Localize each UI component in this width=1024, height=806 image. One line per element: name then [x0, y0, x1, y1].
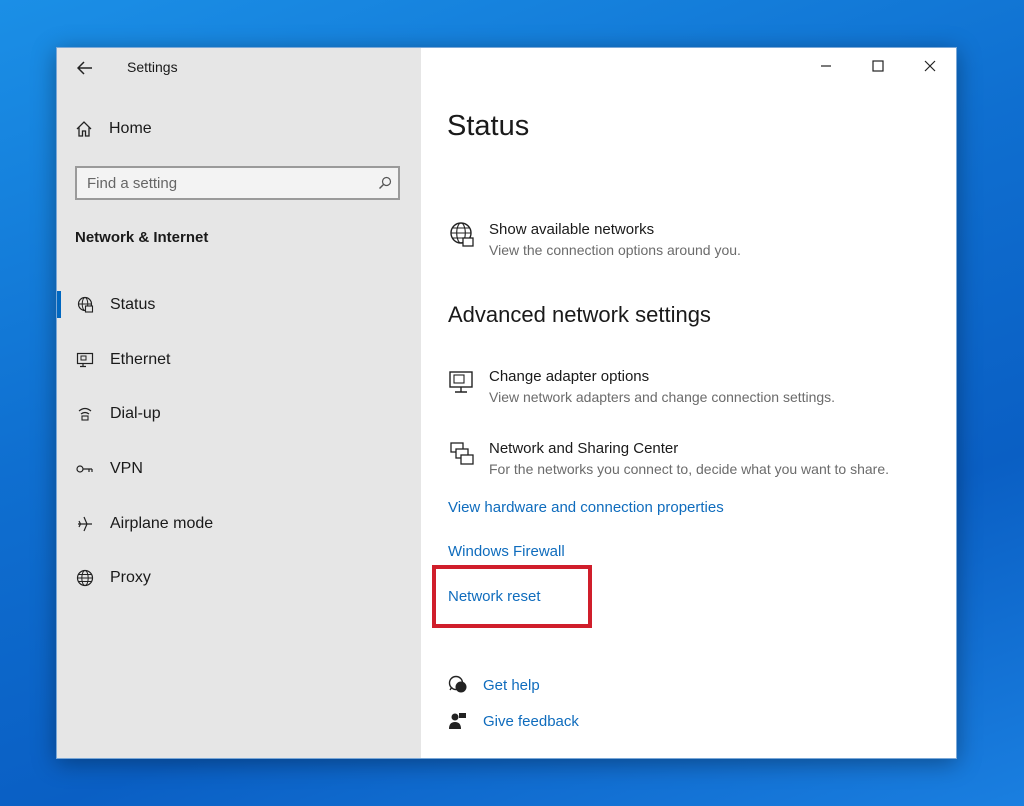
back-button[interactable] — [71, 54, 99, 82]
change-adapter-options[interactable]: Change adapter options View network adap… — [447, 368, 835, 405]
title-bar: Settings — [57, 48, 421, 88]
adapter-monitor-icon — [447, 368, 477, 398]
search-icon[interactable] — [372, 176, 398, 190]
sidebar-item-label: Dial-up — [110, 405, 161, 423]
home-icon — [76, 121, 92, 137]
sidebar-item-label: Proxy — [110, 569, 151, 587]
maximize-button[interactable] — [852, 48, 904, 84]
network-and-sharing-center[interactable]: Network and Sharing Center For the netwo… — [447, 440, 889, 477]
ethernet-icon — [75, 350, 95, 370]
setting-subtitle: View the connection options around you. — [489, 242, 741, 258]
sidebar-item-label: Airplane mode — [110, 514, 214, 532]
app-title: Settings — [127, 59, 178, 75]
main-content: Status Show available networks View the … — [421, 48, 956, 758]
sidebar-item-label: Ethernet — [110, 350, 171, 368]
sidebar-item-airplane-mode[interactable]: Airplane mode — [57, 496, 421, 551]
setting-title: Network and Sharing Center — [489, 440, 679, 457]
sidebar-item-dialup[interactable]: Dial-up — [57, 387, 421, 442]
show-available-networks[interactable]: Show available networks View the connect… — [447, 221, 741, 258]
highlight-box — [432, 565, 592, 628]
sidebar-item-vpn[interactable]: VPN — [57, 442, 421, 497]
windows-firewall-link[interactable]: Windows Firewall — [448, 543, 565, 560]
dialup-icon — [75, 404, 95, 424]
close-icon — [924, 60, 936, 72]
sidebar-item-label: Status — [110, 296, 156, 314]
sidebar-item-ethernet[interactable]: Ethernet — [57, 333, 421, 388]
proxy-globe-icon — [75, 568, 95, 588]
home-nav-item[interactable]: Home — [75, 120, 152, 138]
sidebar-item-label: VPN — [110, 460, 143, 478]
get-help-label: Get help — [483, 676, 540, 694]
airplane-icon — [75, 514, 95, 534]
back-arrow-icon — [77, 61, 92, 75]
get-help-link[interactable]: Get help — [447, 675, 540, 695]
network-globe-icon — [447, 221, 477, 251]
setting-subtitle: For the networks you connect to, decide … — [489, 461, 889, 477]
search-box[interactable] — [75, 166, 400, 200]
sharing-center-icon — [447, 440, 477, 470]
page-title: Status — [447, 110, 530, 142]
close-button[interactable] — [904, 48, 956, 84]
sidebar-nav: Status Ethernet Dial-up VPN Airplane mod… — [57, 278, 421, 606]
status-globe-icon — [75, 295, 95, 315]
vpn-icon — [75, 459, 95, 479]
search-input[interactable] — [77, 173, 372, 193]
sidebar-section-title: Network & Internet — [75, 229, 209, 246]
give-feedback-label: Give feedback — [483, 712, 579, 730]
setting-title: Show available networks — [489, 221, 655, 238]
feedback-person-icon — [447, 711, 469, 731]
setting-subtitle: View network adapters and change connect… — [489, 389, 836, 405]
home-label: Home — [109, 120, 152, 137]
window-controls — [800, 48, 956, 84]
minimize-icon — [821, 65, 831, 67]
setting-title: Change adapter options — [489, 368, 650, 385]
sidebar-item-proxy[interactable]: Proxy — [57, 551, 421, 606]
view-hardware-properties-link[interactable]: View hardware and connection properties — [448, 499, 724, 516]
advanced-network-settings-heading: Advanced network settings — [448, 302, 711, 327]
give-feedback-link[interactable]: Give feedback — [447, 711, 579, 731]
chat-help-icon — [447, 675, 469, 695]
settings-window: Settings Home Network & Internet — [56, 47, 957, 759]
sidebar-item-status[interactable]: Status — [57, 278, 421, 333]
minimize-button[interactable] — [800, 48, 852, 84]
maximize-icon — [872, 60, 884, 72]
sidebar: Settings Home Network & Internet — [57, 48, 421, 758]
